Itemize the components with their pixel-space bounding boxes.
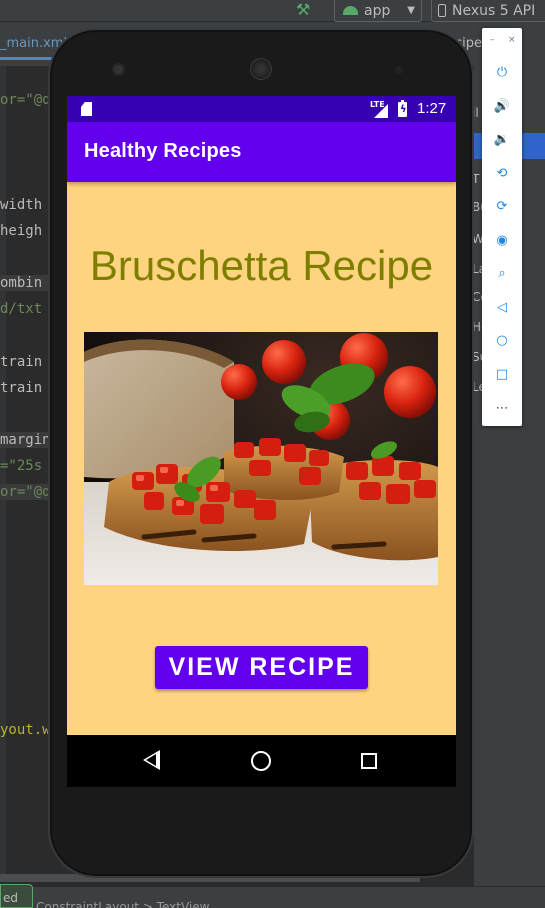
view-recipe-button[interactable]: VIEW RECIPE (155, 646, 368, 689)
build-status-tab[interactable]: ed (0, 884, 33, 908)
code-line[interactable]: d/txt (0, 301, 42, 317)
earpiece (250, 58, 272, 80)
close-icon[interactable]: × (508, 35, 516, 45)
recipe-title: Bruschetta Recipe (89, 242, 434, 289)
rotate-left-icon[interactable]: ⟲ (482, 161, 522, 185)
status-time: 1:27 (417, 100, 447, 117)
network-type: LTE (370, 100, 385, 109)
back-icon[interactable]: ◁ (482, 295, 522, 319)
overview-icon[interactable]: □ (482, 362, 522, 386)
navigation-bar (67, 735, 456, 787)
code-line[interactable]: train (0, 354, 42, 370)
minimize-icon[interactable]: – (490, 35, 495, 45)
bruschetta-image (84, 332, 438, 585)
code-line[interactable]: ="25s (0, 458, 42, 474)
code-line[interactable]: train (0, 380, 42, 396)
ide-toolbar: ⚒ app ▼ Nexus 5 API (0, 0, 545, 22)
recents-icon[interactable] (361, 753, 377, 769)
volume-down-icon[interactable]: 🔉 (482, 127, 522, 151)
chevron-down-icon: ▼ (407, 5, 415, 16)
app-title: Healthy Recipes (84, 140, 242, 162)
rotate-right-icon[interactable]: ⟳ (482, 194, 522, 218)
code-line[interactable]: width (0, 197, 42, 213)
home-icon[interactable] (251, 751, 271, 771)
device-label: Nexus 5 API (452, 2, 536, 19)
power-icon[interactable]: ⏻ (482, 60, 522, 84)
sd-card-icon (81, 102, 92, 116)
device-screen: LTE ϟ 1:27 Healthy Recipes Bruschetta Re… (67, 96, 456, 787)
status-bar: LTE ϟ 1:27 (67, 96, 456, 122)
run-config-dropdown[interactable]: app ▼ (334, 0, 422, 22)
camera-icon[interactable]: ◉ (482, 228, 522, 252)
android-icon (343, 6, 358, 15)
code-line[interactable]: yout.w (0, 722, 51, 738)
volume-up-icon[interactable]: 🔊 (482, 94, 522, 118)
more-icon[interactable]: ⋯ (482, 396, 522, 420)
front-camera (112, 63, 125, 76)
emulator-toolbar: – × ⏻ 🔊 🔉 ⟲ ⟳ ◉ ⌕ ◁ ○ □ ⋯ (482, 28, 522, 426)
zoom-icon[interactable]: ⌕ (482, 261, 522, 285)
app-bar: Healthy Recipes (67, 122, 456, 182)
build-hammer-icon[interactable]: ⚒ (296, 0, 310, 19)
run-config-label: app (364, 2, 391, 19)
phone-icon (438, 4, 446, 17)
home-icon[interactable]: ○ (482, 328, 522, 352)
device-dropdown[interactable]: Nexus 5 API (431, 0, 545, 22)
proximity-sensor (395, 66, 403, 74)
breadcrumb[interactable]: ConstraintLayout > TextView (36, 900, 209, 908)
charging-icon: ϟ (400, 104, 407, 115)
code-line[interactable]: heigh (0, 223, 42, 239)
back-icon[interactable] (143, 750, 160, 770)
bruschetta-photo-illustration (84, 332, 438, 585)
